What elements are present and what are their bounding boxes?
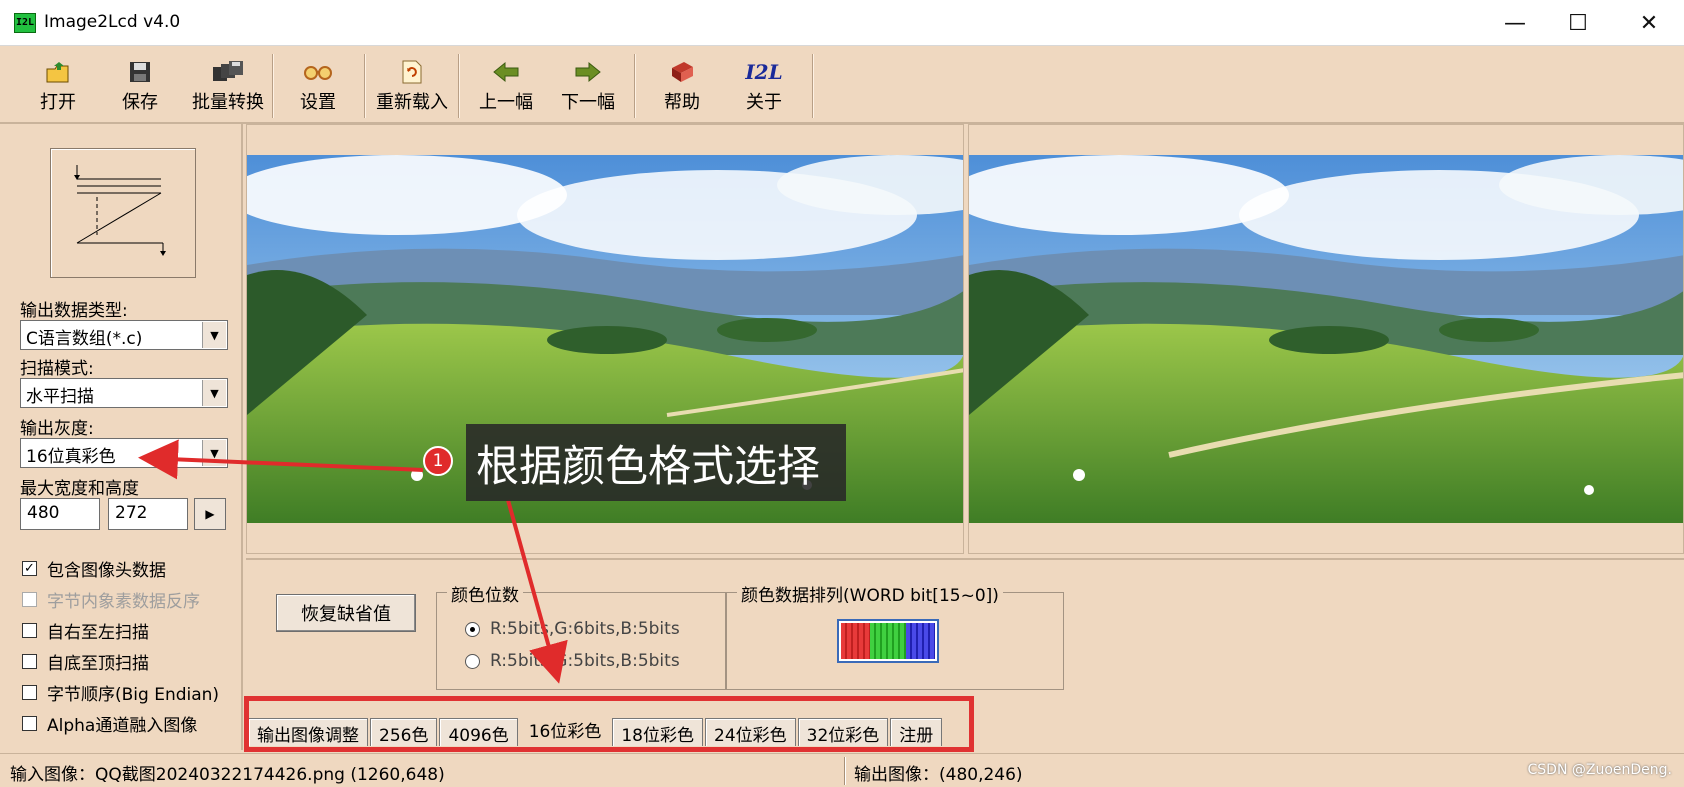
toolbar-separator: [634, 54, 636, 118]
close-button[interactable]: ✕: [1614, 0, 1684, 46]
radio-565[interactable]: R:5bits,G:6bits,B:5bits: [465, 619, 680, 639]
gray-level-label: 输出灰度:: [20, 419, 94, 439]
color-arrangement-group: 颜色数据排列(WORD bit[15~0]): [726, 581, 1064, 690]
prev-arrow-icon: [466, 58, 546, 86]
maximize-button[interactable]: ☐: [1543, 0, 1613, 46]
scan-mode-label: 扫描模式:: [20, 359, 94, 379]
max-width-input[interactable]: 480: [20, 498, 100, 530]
batch-icon: [182, 58, 274, 86]
gray-level-select[interactable]: 16位真彩色 ▼: [20, 438, 228, 468]
reload-label: 重新载入: [376, 92, 448, 113]
toolbar-separator: [272, 54, 274, 118]
bit-layout-preview: [837, 619, 939, 663]
color-arrangement-caption: 颜色数据排列(WORD bit[15~0]): [737, 581, 1003, 606]
toolbar-separator: [458, 54, 460, 118]
checkbox-big-endian[interactable]: 字节顺序(Big Endian): [22, 680, 219, 705]
status-bar: 输入图像：QQ截图20240322174426.png (1260,648) 输…: [0, 753, 1684, 787]
color-settings-area: 恢复缺省值 颜色位数 R:5bits,G:6bits,B:5bits R:5bi…: [246, 558, 1684, 716]
dropdown-arrow-icon[interactable]: ▼: [202, 322, 226, 348]
about-label: 关于: [746, 92, 782, 113]
input-image-status: 输入图像：QQ截图20240322174426.png (1260,648): [10, 765, 445, 785]
checkbox-right-to-left[interactable]: 自右至左扫描: [22, 618, 149, 643]
toolbar: 打开 保存 批量转换 设置 重新载入 上一幅 下一幅 帮助 I2L 关于: [0, 46, 1684, 124]
radio-unselected-icon[interactable]: [465, 653, 480, 669]
dropdown-arrow-icon[interactable]: ▼: [202, 380, 226, 406]
color-bits-caption: 颜色位数: [447, 581, 523, 606]
annotation-badge: 1: [423, 446, 453, 476]
glasses-icon: [278, 58, 358, 86]
about-button[interactable]: I2L 关于: [724, 54, 804, 118]
annotation-callout: 根据颜色格式选择: [466, 424, 846, 501]
watermark: CSDN @ZuoenDeng.: [1527, 762, 1672, 778]
scan-mode-value: 水平扫描: [26, 387, 94, 407]
settings-label: 设置: [300, 92, 336, 113]
open-button[interactable]: 打开: [18, 54, 98, 118]
open-icon: [18, 58, 98, 86]
help-button[interactable]: 帮助: [642, 54, 722, 118]
tabs-highlight-box: [244, 696, 974, 752]
batch-convert-button[interactable]: 批量转换: [182, 54, 274, 118]
reload-icon: [370, 58, 454, 86]
left-settings-panel: 输出数据类型: C语言数组(*.c) ▼ 扫描模式: 水平扫描 ▼ 输出灰度: …: [0, 124, 243, 750]
window-title: Image2Lcd v4.0: [44, 12, 181, 32]
minimize-button[interactable]: —: [1480, 0, 1550, 46]
dropdown-arrow-icon[interactable]: ▼: [202, 440, 226, 466]
output-type-select[interactable]: C语言数组(*.c) ▼: [20, 320, 228, 350]
reload-button[interactable]: 重新载入: [370, 54, 454, 118]
radio-555[interactable]: R:5bits,G:5bits,B:5bits: [465, 651, 680, 671]
batch-label: 批量转换: [192, 92, 264, 113]
next-arrow-icon: [548, 58, 628, 86]
gray-level-value: 16位真彩色: [26, 447, 116, 467]
next-button[interactable]: 下一幅: [548, 54, 628, 118]
settings-button[interactable]: 设置: [278, 54, 358, 118]
output-type-label: 输出数据类型:: [20, 301, 128, 321]
toolbar-separator: [364, 54, 366, 118]
radio-selected-icon[interactable]: [465, 621, 480, 637]
restore-defaults-button[interactable]: 恢复缺省值: [276, 594, 416, 632]
output-type-value: C语言数组(*.c): [26, 329, 143, 349]
checkbox-alpha-blend[interactable]: Alpha通道融入图像: [22, 711, 197, 736]
status-divider: [844, 757, 846, 785]
output-image-status: 输出图像：(480,246): [854, 765, 1023, 785]
scan-mode-preview: [50, 148, 196, 278]
apply-size-button[interactable]: ▶: [194, 498, 226, 530]
app-icon: I2L: [14, 13, 36, 33]
help-book-icon: [642, 58, 722, 86]
save-button[interactable]: 保存: [100, 54, 180, 118]
save-label: 保存: [122, 92, 158, 113]
about-icon: I2L: [745, 60, 783, 84]
color-bits-group: 颜色位数 R:5bits,G:6bits,B:5bits R:5bits,G:5…: [436, 581, 726, 690]
max-height-input[interactable]: 272: [108, 498, 188, 530]
checkbox-reverse-pixels[interactable]: 字节内象素数据反序: [22, 587, 200, 612]
next-label: 下一幅: [561, 92, 615, 113]
prev-button[interactable]: 上一幅: [466, 54, 546, 118]
toolbar-separator: [812, 54, 814, 118]
output-image-pane: [968, 124, 1684, 554]
checkbox-bottom-to-top[interactable]: 自底至顶扫描: [22, 649, 149, 674]
checkbox-checked-icon[interactable]: ✓: [22, 561, 37, 576]
open-label: 打开: [40, 92, 76, 113]
checkbox-include-header[interactable]: ✓ 包含图像头数据: [22, 556, 166, 581]
output-image: [969, 155, 1683, 523]
scan-diagram-icon: [74, 165, 166, 256]
help-label: 帮助: [664, 92, 700, 113]
title-bar: I2L Image2Lcd v4.0 — ☐ ✕: [0, 0, 1684, 46]
save-icon: [100, 58, 180, 86]
max-size-label: 最大宽度和高度: [20, 479, 139, 499]
scan-mode-select[interactable]: 水平扫描 ▼: [20, 378, 228, 408]
prev-label: 上一幅: [479, 92, 533, 113]
